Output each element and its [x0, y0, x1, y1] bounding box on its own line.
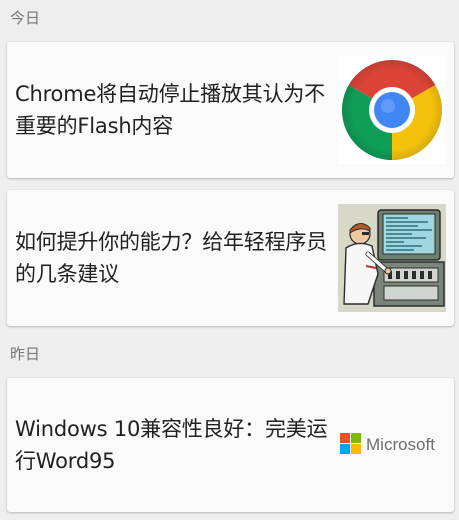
news-title: 如何提升你的能力？给年轻程序员的几条建议: [15, 230, 327, 286]
programmer-illustration-thumbnail: [338, 204, 446, 312]
microsoft-logo-text: Microsoft: [366, 435, 435, 454]
microsoft-icon: Microsoft: [338, 391, 446, 499]
news-card[interactable]: 如何提升你的能力？给年轻程序员的几条建议: [7, 190, 454, 326]
news-title: Windows 10兼容性良好：完美运行Word95: [15, 417, 328, 473]
news-card[interactable]: Chrome将自动停止播放其认为不重要的Flash内容: [7, 42, 454, 178]
section-header-yesterday: 昨日: [10, 345, 41, 363]
programmer-illustration-icon: [338, 204, 446, 312]
news-title: Chrome将自动停止播放其认为不重要的Flash内容: [15, 82, 325, 138]
chrome-icon: [338, 56, 446, 164]
chrome-logo-thumbnail: [338, 56, 446, 164]
microsoft-logo-thumbnail: Microsoft: [338, 391, 446, 499]
section-header-today: 今日: [10, 9, 41, 27]
news-card[interactable]: Windows 10兼容性良好：完美运行Word95 Microsoft: [7, 378, 454, 512]
